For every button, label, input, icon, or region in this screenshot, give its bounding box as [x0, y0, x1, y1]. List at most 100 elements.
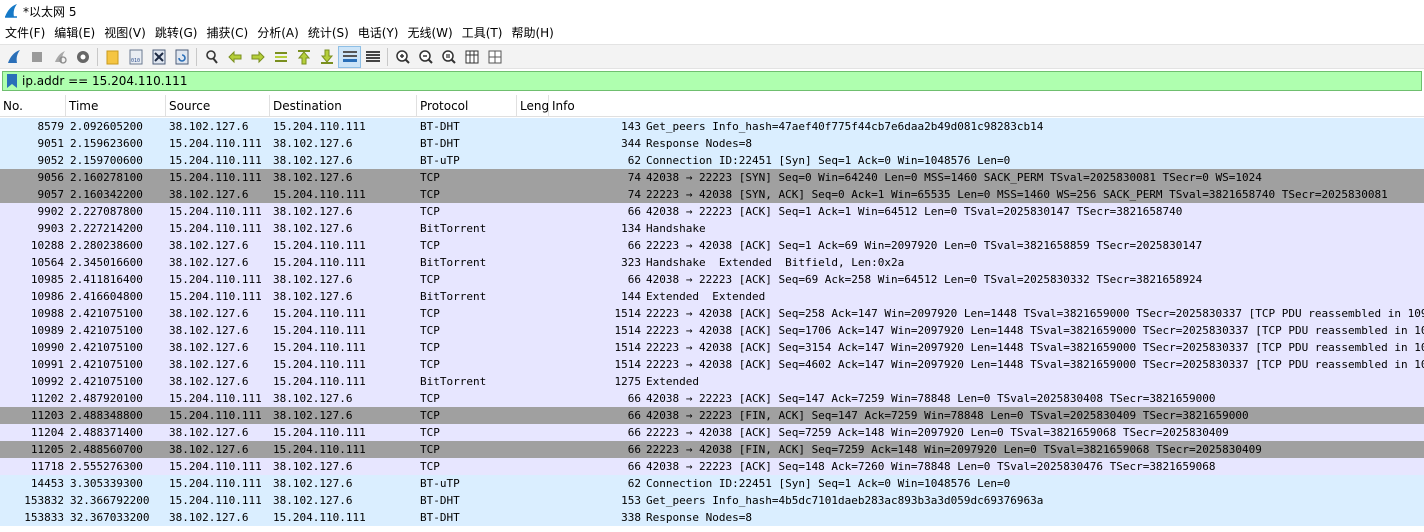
packet-row[interactable]: 8579 2.092605200 38.102.127.6 15.204.110.11…: [0, 118, 1424, 135]
column-header-length[interactable]: Lengt: [517, 95, 549, 117]
packet-source: 15.204.110.111: [169, 222, 262, 235]
go-forward-icon[interactable]: [246, 46, 269, 68]
menu-view[interactable]: 视图(V): [102, 24, 153, 41]
menu-wireless[interactable]: 无线(W): [406, 24, 460, 41]
packet-protocol: TCP: [420, 273, 440, 286]
stop-capture-icon[interactable]: [25, 46, 48, 68]
packet-row[interactable]: 9051 2.159623600 15.204.110.111 38.102.127.…: [0, 135, 1424, 152]
packet-time: 2.159700600: [70, 154, 143, 167]
packet-row[interactable]: 10985 2.411816400 15.204.110.111 38.102.127…: [0, 271, 1424, 288]
reload-file-icon[interactable]: [170, 46, 193, 68]
packet-row[interactable]: 10992 2.421075100 38.102.127.6 15.204.110.1…: [0, 373, 1424, 390]
column-header-protocol[interactable]: Protocol: [417, 95, 517, 117]
packet-destination: 38.102.127.6: [273, 392, 353, 405]
packet-row[interactable]: 9052 2.159700600 15.204.110.111 38.102.127.…: [0, 152, 1424, 169]
packet-row[interactable]: 10288 2.280238600 38.102.127.6 15.204.110.1…: [0, 237, 1424, 254]
packet-destination: 38.102.127.6: [273, 290, 353, 303]
column-header-destination[interactable]: Destination: [270, 95, 417, 117]
packet-row[interactable]: 11203 2.488348800 15.204.110.111 38.102.127…: [0, 407, 1424, 424]
packet-row[interactable]: 11204 2.488371400 38.102.127.6 15.204.110.1…: [0, 424, 1424, 441]
column-header-source[interactable]: Source: [166, 95, 270, 117]
menu-statistics[interactable]: 统计(S): [306, 24, 356, 41]
packet-number: 8579: [37, 120, 65, 133]
menu-telephony[interactable]: 电话(Y): [356, 24, 406, 41]
packet-row[interactable]: 10564 2.345016600 38.102.127.6 15.204.110.1…: [0, 254, 1424, 271]
packet-time: 2.345016600: [70, 256, 143, 269]
packet-row[interactable]: 11202 2.487920100 15.204.110.111 38.102.127…: [0, 390, 1424, 407]
resize-columns-icon[interactable]: [460, 46, 483, 68]
first-packet-icon[interactable]: [292, 46, 315, 68]
packet-time: 3.305339300: [70, 477, 143, 490]
colorize-icon[interactable]: [361, 46, 384, 68]
menu-file[interactable]: 文件(F): [4, 24, 52, 41]
packet-row[interactable]: 10991 2.421075100 38.102.127.6 15.204.110.1…: [0, 356, 1424, 373]
packet-row[interactable]: 153832 32.366792200 15.204.110.111 38.102.1…: [0, 492, 1424, 509]
packet-row[interactable]: 9056 2.160278100 15.204.110.111 38.102.127.…: [0, 169, 1424, 186]
packet-info: 22223 → 42038 [ACK] Seq=1706 Ack=147 Win…: [646, 324, 1424, 337]
go-to-packet-icon[interactable]: [269, 46, 292, 68]
packet-info: 42038 → 22223 [ACK] Seq=147 Ack=7259 Win…: [646, 392, 1216, 405]
menu-edit[interactable]: 编辑(E): [52, 24, 102, 41]
packet-info: 22223 → 42038 [ACK] Seq=7259 Ack=148 Win…: [646, 426, 1229, 439]
packet-protocol: TCP: [420, 341, 440, 354]
column-header-no[interactable]: No.: [0, 95, 66, 117]
find-packet-icon[interactable]: [200, 46, 223, 68]
capture-options-icon[interactable]: [71, 46, 94, 68]
packet-time: 2.227087800: [70, 205, 143, 218]
open-file-icon[interactable]: [101, 46, 124, 68]
zoom-in-icon[interactable]: [391, 46, 414, 68]
display-filter-bar: [0, 70, 1424, 92]
packet-row[interactable]: 9903 2.227214200 15.204.110.111 38.102.127.…: [0, 220, 1424, 237]
packet-time: 32.367033200: [70, 511, 150, 524]
normal-size-icon[interactable]: [437, 46, 460, 68]
packet-row[interactable]: 11205 2.488560700 38.102.127.6 15.204.110.1…: [0, 441, 1424, 458]
menu-help[interactable]: 帮助(H): [509, 24, 560, 41]
packet-row[interactable]: 10988 2.421075100 38.102.127.6 15.204.110.1…: [0, 305, 1424, 322]
packet-source: 38.102.127.6: [169, 188, 249, 201]
packet-number: 10992: [30, 375, 64, 388]
packet-time: 2.092605200: [70, 120, 143, 133]
packet-row[interactable]: 10986 2.416604800 15.204.110.111 38.102.127…: [0, 288, 1424, 305]
bookmark-icon[interactable]: [6, 73, 18, 89]
menu-go[interactable]: 跳转(G): [153, 24, 205, 41]
packet-row[interactable]: 14453 3.305339300 15.204.110.111 38.102.127…: [0, 475, 1424, 492]
packet-number: 10989: [30, 324, 64, 337]
menu-capture[interactable]: 捕获(C): [204, 24, 255, 41]
menu-tools[interactable]: 工具(T): [460, 24, 510, 41]
layout-icon[interactable]: [483, 46, 506, 68]
packet-protocol: BT-DHT: [420, 120, 460, 133]
close-file-icon[interactable]: [147, 46, 170, 68]
auto-scroll-icon[interactable]: [338, 45, 361, 68]
menu-analyze[interactable]: 分析(A): [255, 24, 306, 41]
packet-source: 15.204.110.111: [169, 460, 262, 473]
packet-time: 2.227214200: [70, 222, 143, 235]
packet-time: 2.160342200: [70, 188, 143, 201]
packet-row[interactable]: 11718 2.555276300 15.204.110.111 38.102.127…: [0, 458, 1424, 475]
packet-row[interactable]: 10989 2.421075100 38.102.127.6 15.204.110.1…: [0, 322, 1424, 339]
packet-info: Extended Extended: [646, 290, 766, 303]
toolbar-separator: [387, 47, 388, 66]
packet-protocol: TCP: [420, 324, 440, 337]
packet-row[interactable]: 153833 32.367033200 38.102.127.6 15.204.110…: [0, 509, 1424, 526]
packet-destination: 38.102.127.6: [273, 494, 353, 507]
packet-number: 9056: [37, 171, 65, 184]
packet-number: 153833: [24, 511, 64, 524]
column-header-time[interactable]: Time: [66, 95, 166, 117]
packet-length: 66: [627, 426, 641, 439]
save-file-icon[interactable]: 010: [124, 46, 147, 68]
go-back-icon[interactable]: [223, 46, 246, 68]
packet-row[interactable]: 9057 2.160342200 38.102.127.6 15.204.110.11…: [0, 186, 1424, 203]
display-filter-input[interactable]: [22, 74, 1402, 88]
zoom-out-icon[interactable]: [414, 46, 437, 68]
restart-capture-icon[interactable]: [48, 46, 71, 68]
packet-info: 42038 → 22223 [ACK] Seq=1 Ack=1 Win=6451…: [646, 205, 1183, 218]
last-packet-icon[interactable]: [315, 46, 338, 68]
packet-length: 66: [627, 443, 641, 456]
packet-protocol: BT-DHT: [420, 137, 460, 150]
packet-row[interactable]: 10990 2.421075100 38.102.127.6 15.204.110.1…: [0, 339, 1424, 356]
packet-protocol: BitTorrent: [420, 290, 487, 303]
packet-length: 62: [627, 477, 641, 490]
start-capture-icon[interactable]: [2, 46, 25, 68]
packet-row[interactable]: 9902 2.227087800 15.204.110.111 38.102.127.…: [0, 203, 1424, 220]
column-header-info[interactable]: Info: [549, 95, 1424, 117]
